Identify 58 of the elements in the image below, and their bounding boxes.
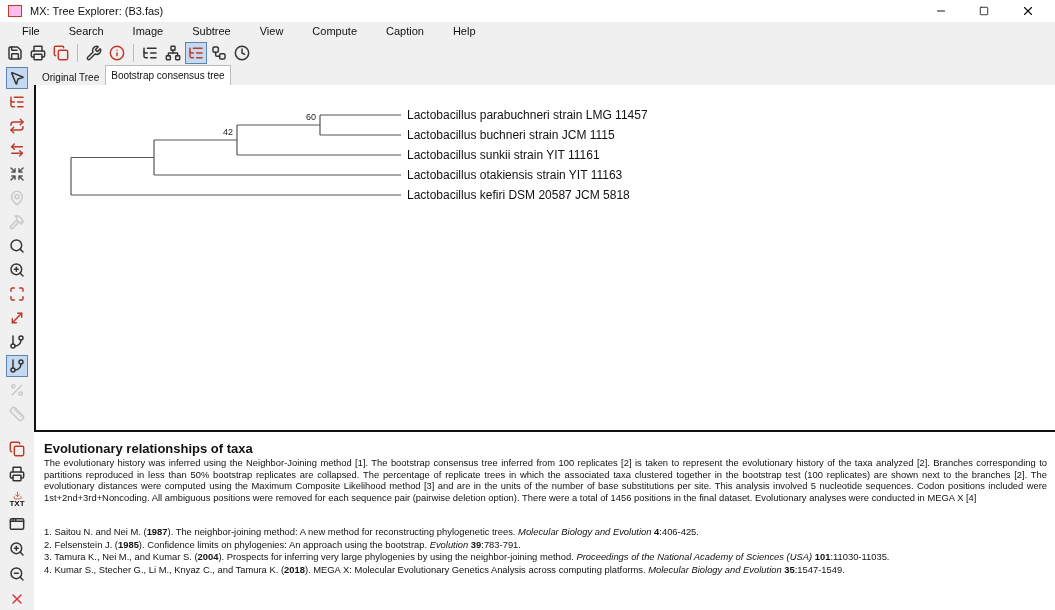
branch-icon — [9, 358, 25, 375]
nodes-icon — [211, 45, 227, 62]
swap-icon — [9, 142, 25, 159]
taxon-label[interactable]: Lactobacillus otakiensis strain YIT 11163 — [407, 168, 623, 183]
reference: 3. Tamura K., Nei M., and Kumar S. (2004). Prospects for inferring very large phylogenies by using the neighbor-joining method. Proceedings of the National Academy of Sciences (USA) 101:11030-11035. — [44, 551, 891, 564]
branch-icon — [9, 334, 25, 351]
percent-icon — [9, 382, 25, 399]
zoom-in-icon — [9, 541, 25, 557]
restore-icon — [979, 5, 989, 16]
caption-paragraph: The evolutionary history was inferred using the Neighbor-Joining method [1]. The bootstrap consensus tree inferred from 100 replicates [2] is taken to represent the evolutionary history of the taxa analyzed [2]. Branches corresponding to partitions reproduced in less than 50% bootstrap replicates are collapsed. The percentage of replicate trees in which the associated taxa clustered together in the bootstrap test (100 replicates) are shown next to the branches [2]. The evolutionary distances were computed using the Maximum Composite Likelihood method [3] and are in the units of the number of base substitutions per site. This analysis involved 5 nucleotide sequences. Codon positions included were 1st+2nd+3rd+Noncoding. All ambiguous positions were removed for each sequence pair (pairwise deletion option). There were a total of 1456 positions in the final dataset. Evolutionary analyses were conducted in MEGA X [4] — [44, 457, 1047, 503]
app-logo-icon — [8, 4, 22, 17]
taxon-label[interactable]: Lactobacillus parabuchneri strain LMG 11457 — [407, 108, 648, 123]
reference: 4. Kumar S., Stecher G., Li M., Knyaz C., and Tamura K. (2018). MEGA X: Molecular Evolutionary Genetics Analysis across computing platforms. Molecular Biology and Evolution 35:1547-1549. — [44, 563, 846, 576]
menu-item[interactable]: View — [259, 23, 284, 40]
window-icon — [9, 516, 25, 532]
scale-icon — [9, 406, 25, 423]
taxon-label[interactable]: Lactobacillus kefiri DSM 20587 JCM 5818 — [407, 188, 630, 203]
save-icon — [7, 45, 23, 62]
close-icon — [9, 591, 25, 607]
compress-icon — [9, 166, 25, 183]
tab[interactable]: Bootstrap consensus tree — [105, 65, 231, 86]
caption-title: Evolutionary relationships of taxa — [44, 441, 254, 457]
tool-button[interactable] — [6, 67, 28, 90]
menu-item[interactable]: Compute — [312, 23, 357, 40]
copy-icon — [53, 45, 69, 62]
clock-icon — [234, 45, 250, 62]
hammer-icon — [9, 214, 25, 231]
search-icon — [9, 238, 25, 255]
menu-item[interactable]: Subtree — [192, 23, 231, 40]
wrench-icon — [86, 45, 102, 62]
menu-item[interactable]: File — [22, 23, 40, 40]
tool-button[interactable] — [185, 42, 207, 65]
print-icon — [9, 466, 25, 482]
tool-button[interactable] — [6, 355, 28, 378]
reference: 2. Felsenstein J. (1985). Confidence limits on phylogenies: An approach using the bootstrap. Evolution 39:783-791. — [44, 538, 522, 551]
window-title: MX: Tree Explorer: (B3.fas) — [30, 3, 165, 19]
print-icon — [30, 45, 46, 62]
info-icon — [109, 45, 125, 62]
txt-label: TXT — [9, 499, 25, 508]
zoom-out-icon — [9, 566, 25, 582]
marker-icon — [9, 190, 25, 207]
menu-item[interactable]: Caption — [386, 23, 424, 40]
reference: 1. Saitou N. and Nei M. (1987). The neighbor-joining method: A new method for reconstructing phylogenetic trees. Molecular Biology and Evolution 4:406-425. — [44, 526, 700, 539]
taxon-label[interactable]: Lactobacillus buchneri strain JCM 1115 — [407, 128, 615, 143]
tree-icon — [165, 45, 181, 62]
pointer-icon — [9, 70, 25, 87]
export-text-button[interactable]: TXT — [5, 488, 29, 510]
bootstrap-value: 42 — [223, 127, 233, 138]
zoom-icon — [9, 262, 25, 279]
menu-item[interactable]: Search — [68, 23, 104, 40]
menu-item[interactable]: Help — [452, 23, 476, 40]
flip-icon — [9, 118, 25, 135]
menu-item[interactable]: Image — [132, 23, 164, 40]
fit-icon — [9, 286, 25, 303]
taxon-label[interactable]: Lactobacillus sunkii strain YIT 11161 — [407, 148, 600, 163]
bootstrap-value: 60 — [306, 112, 316, 123]
copy-icon — [9, 441, 25, 457]
download-icon — [12, 490, 22, 500]
